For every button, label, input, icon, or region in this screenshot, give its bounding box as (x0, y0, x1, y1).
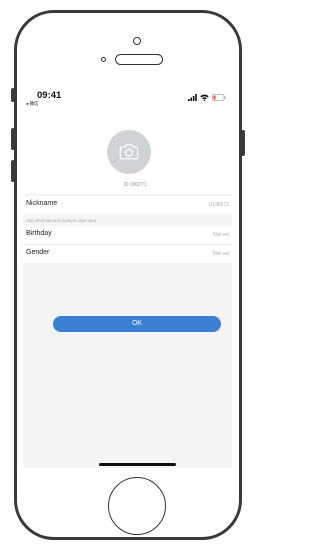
camera-icon (119, 144, 139, 160)
signal-icon (188, 93, 197, 101)
nickname-value: U190271 (208, 202, 229, 208)
power-button (241, 130, 245, 156)
status-bar: 09:41 ◂ 微信 (23, 84, 232, 110)
earpiece-speaker (115, 54, 163, 65)
info-hint: Add information to analyze user data (26, 218, 96, 223)
birthday-value: Not set (213, 232, 229, 238)
status-back-to-app[interactable]: ◂ 微信 (26, 101, 39, 107)
nickname-label: Nickname (26, 200, 58, 207)
wifi-icon (200, 94, 209, 101)
birthday-row[interactable]: Birthday Not set (23, 226, 232, 244)
home-button[interactable] (108, 477, 166, 535)
status-icons (188, 92, 226, 102)
birthday-label: Birthday (26, 230, 52, 237)
status-time: 09:41 (37, 90, 62, 101)
top-camera (133, 37, 141, 45)
mute-switch (11, 88, 15, 102)
app-screen: 09:41 ◂ 微信 ID:190271 Nickname U190271 Ad… (23, 84, 232, 468)
gender-value: Not set (213, 251, 229, 257)
nickname-row[interactable]: Nickname U190271 (23, 196, 232, 214)
avatar-upload[interactable] (107, 130, 151, 174)
gender-label: Gender (26, 249, 50, 256)
profile-header: ID:190271 (23, 110, 232, 194)
home-indicator (99, 463, 176, 466)
volume-down-button (11, 160, 15, 182)
gender-row[interactable]: Gender Not set (23, 245, 232, 263)
user-id: ID:190271 (123, 182, 147, 188)
ok-button[interactable]: OK (53, 316, 221, 332)
battery-icon (212, 93, 226, 101)
volume-up-button (11, 128, 15, 150)
front-camera (101, 57, 106, 62)
